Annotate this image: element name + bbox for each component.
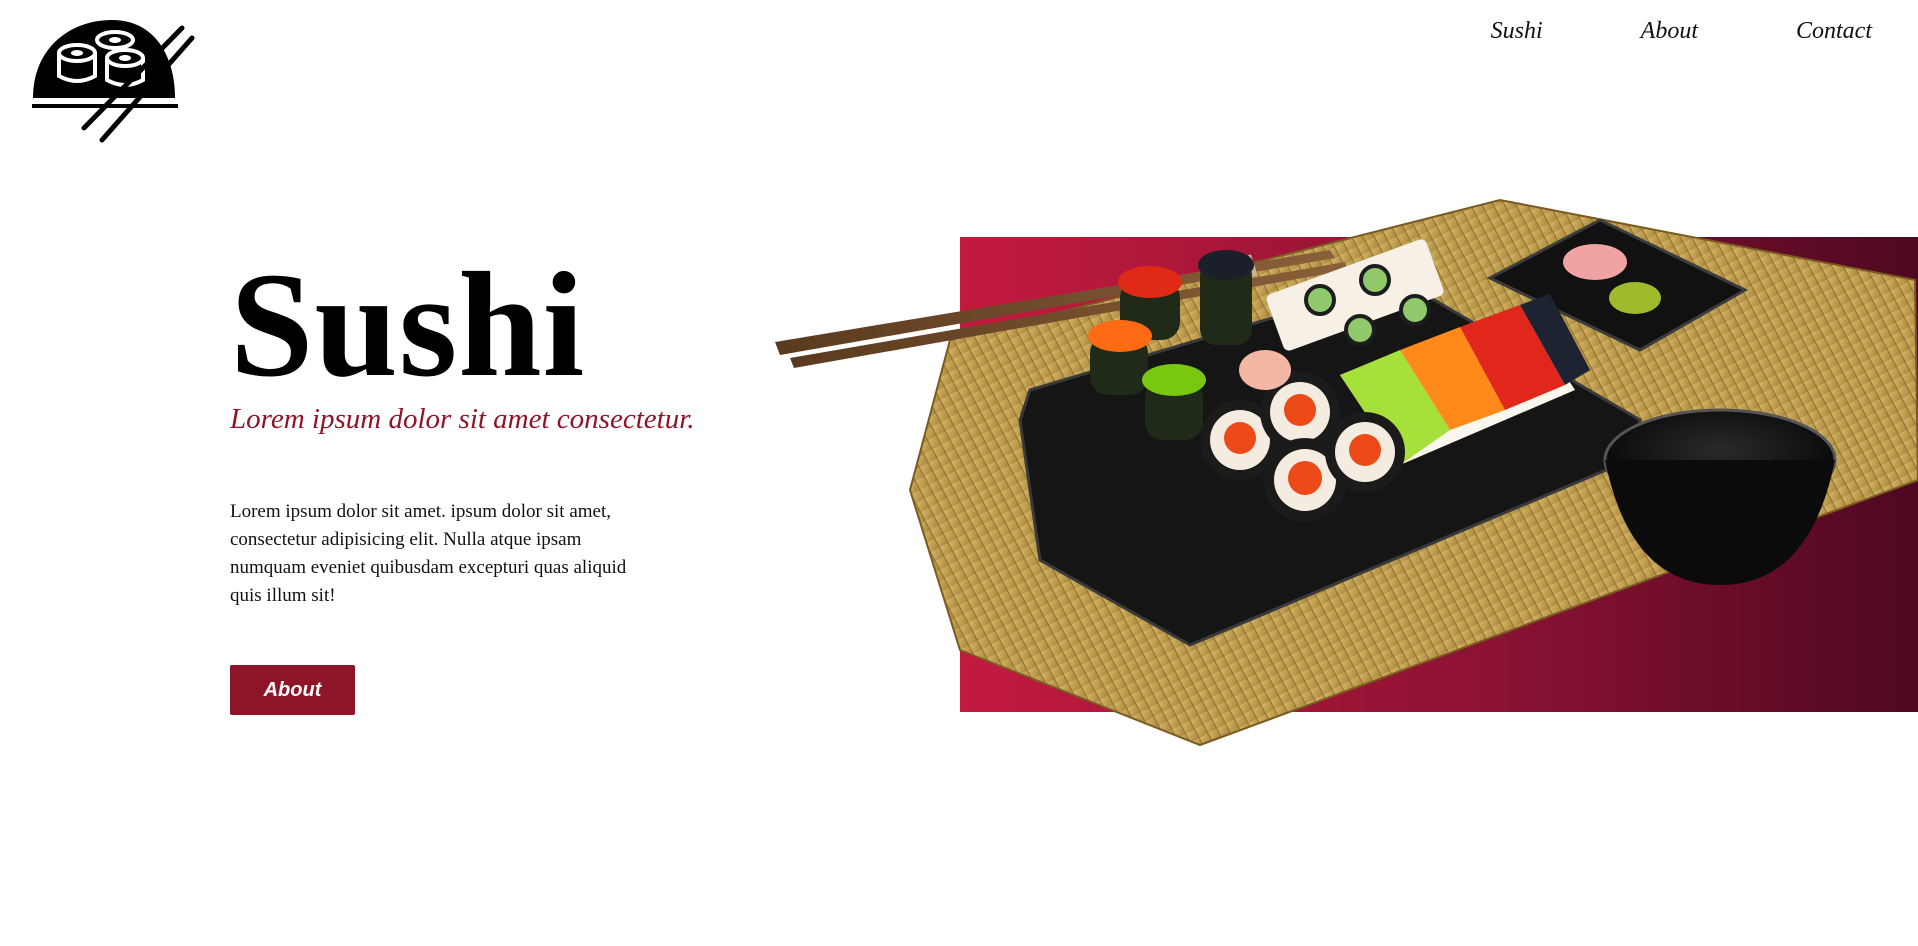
about-button[interactable]: About [230,665,355,715]
hero-title: Sushi [230,242,586,408]
nav-contact-link[interactable]: Contact [1796,18,1872,45]
hero-description: Lorem ipsum dolor sit amet. ipsum dolor … [230,501,627,606]
nav-sushi-link[interactable]: Sushi [1491,18,1543,45]
main-nav: Sushi About Contact [1491,18,1872,45]
nav-about-link[interactable]: About [1641,18,1698,45]
hero-subtitle: Lorem ipsum dolor sit amet consectetur. [230,403,695,435]
sushi-platter-image [775,198,1918,747]
sushi-logo-icon[interactable] [30,18,196,144]
